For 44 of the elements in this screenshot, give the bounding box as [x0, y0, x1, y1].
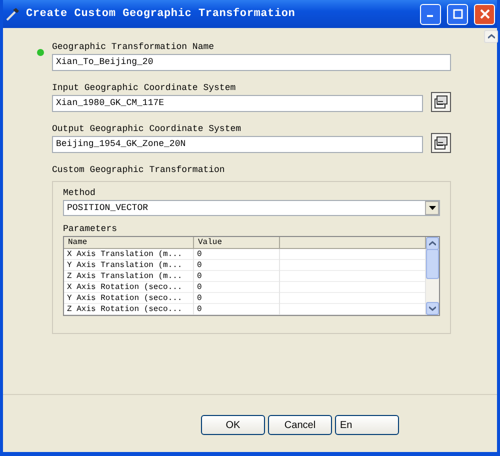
table-cell[interactable]: 0	[194, 249, 280, 260]
dropdown-arrow-icon	[428, 206, 436, 210]
name-field[interactable]: Xian_To_Beijing_20	[52, 54, 451, 71]
close-button[interactable]	[474, 4, 495, 24]
maximize-button[interactable]	[447, 4, 468, 24]
dialog-button[interactable]: En	[335, 415, 399, 435]
hammer-icon	[6, 7, 20, 21]
properties-icon	[434, 136, 448, 150]
column-header[interactable]: Name	[64, 237, 194, 249]
field-label: Output Geographic Coordinate System	[52, 124, 242, 134]
scroll-up-button[interactable]	[484, 30, 498, 43]
table-cell[interactable]: 0	[194, 260, 280, 271]
coordinate-system-field[interactable]: Beijing_1954_GK_Zone_20N	[52, 136, 423, 153]
table-cell: X Axis Rotation (seco...	[64, 282, 194, 293]
close-icon	[480, 9, 490, 19]
table-cell: Y Axis Translation (m...	[64, 260, 194, 271]
table-cell: Z Axis Rotation (seco...	[64, 304, 194, 315]
field-label: Input Geographic Coordinate System	[52, 83, 237, 93]
scroll-up-icon	[429, 241, 436, 246]
table-cell[interactable]: 0	[194, 282, 280, 293]
column-header[interactable]: Value	[194, 237, 280, 249]
table-cell[interactable]: 0	[194, 304, 280, 315]
table-cell: Y Axis Rotation (seco...	[64, 293, 194, 304]
table-cell: Z Axis Translation (m...	[64, 271, 194, 282]
maximize-icon	[452, 9, 462, 19]
scrollbar[interactable]	[426, 237, 439, 315]
field-label: Geographic Transformation Name	[52, 42, 216, 52]
table-cell: X Axis Translation (m...	[64, 249, 194, 260]
scroll-up-icon	[488, 34, 494, 39]
window-title: Create Custom Geographic Transformation	[26, 8, 296, 20]
table-cell[interactable]: 0	[194, 293, 280, 304]
method-dropdown[interactable]: POSITION_VECTOR	[63, 200, 440, 216]
field-label: Method	[63, 188, 96, 198]
properties-button[interactable]	[431, 92, 451, 112]
field-label: Parameters	[63, 224, 118, 234]
properties-button[interactable]	[431, 133, 451, 153]
minimize-button[interactable]	[420, 4, 441, 24]
dialog-button[interactable]: Cancel	[268, 415, 332, 435]
scroll-down-icon	[429, 306, 436, 311]
group-title: Custom Geographic Transformation	[52, 165, 226, 175]
dialog-button[interactable]: OK	[201, 415, 265, 435]
coordinate-system-field[interactable]: Xian_1980_GK_CM_117E	[52, 95, 423, 112]
table-cell[interactable]: 0	[194, 271, 280, 282]
properties-icon	[434, 95, 448, 109]
